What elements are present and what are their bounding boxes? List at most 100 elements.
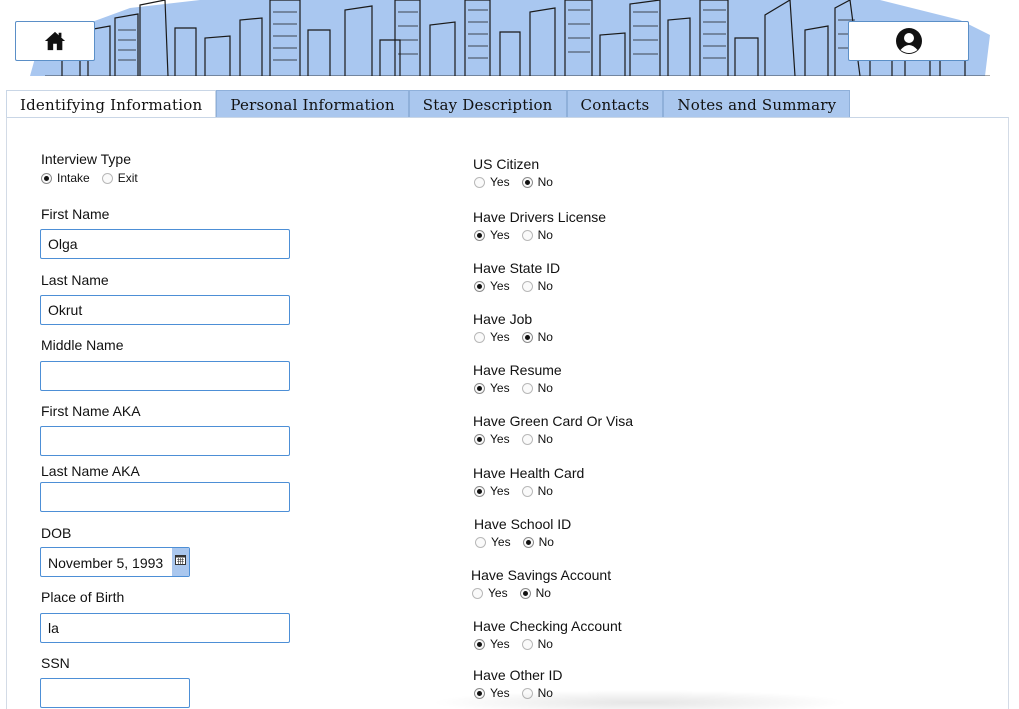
have-checking-account-no-radio[interactable]: [521, 638, 533, 650]
tab-identifying-information[interactable]: Identifying Information: [6, 90, 217, 119]
have-state-id-yes-option[interactable]: Yes: [474, 279, 510, 293]
have-resume-yes-radio[interactable]: [474, 382, 485, 394]
last-name-aka-label: Last Name AKA: [41, 463, 140, 479]
have-drivers-license-yes-option[interactable]: Yes: [474, 228, 510, 242]
have-checking-account-no-option[interactable]: No: [521, 637, 553, 651]
us-citizen-no-option[interactable]: No: [521, 175, 553, 189]
tab-contacts[interactable]: Contacts: [566, 90, 664, 118]
have-resume-yes-option[interactable]: Yes: [474, 381, 510, 395]
tab-bar: Identifying Information Personal Informa…: [6, 90, 851, 119]
have-health-card-no-option[interactable]: No: [521, 484, 553, 498]
last-name-field[interactable]: [40, 295, 290, 325]
interview-type-radio-group: Intake Exit: [41, 171, 138, 185]
last-name-aka-field[interactable]: [40, 482, 290, 512]
have-job-no-radio[interactable]: [521, 331, 533, 343]
calendar-button[interactable]: [172, 548, 189, 576]
have-drivers-license-yes-label: Yes: [490, 228, 510, 242]
first-name-aka-field[interactable]: [40, 426, 290, 456]
have-health-card-label: Have Health Card: [473, 465, 585, 481]
have-resume-yes-label: Yes: [490, 381, 510, 395]
have-school-id-label: Have School ID: [474, 516, 572, 532]
have-school-id-yes-label: Yes: [491, 535, 511, 549]
have-checking-account-no-label: No: [537, 637, 553, 651]
have-state-id-no-option[interactable]: No: [521, 279, 553, 293]
first-name-field[interactable]: [40, 229, 290, 259]
ssn-field[interactable]: [40, 678, 190, 708]
have-school-id-radio-group: Yes No: [475, 535, 554, 549]
have-other-id-label: Have Other ID: [473, 667, 563, 683]
have-green-card-or-visa-yes-radio[interactable]: [474, 433, 485, 445]
have-drivers-license-label: Have Drivers License: [473, 209, 607, 225]
have-green-card-or-visa-label: Have Green Card Or Visa: [473, 413, 634, 429]
user-profile-button[interactable]: [848, 21, 969, 61]
middle-name-label: Middle Name: [41, 337, 124, 353]
have-savings-account-no-radio[interactable]: [519, 587, 531, 599]
have-job-no-option[interactable]: No: [521, 330, 553, 344]
have-savings-account-label: Have Savings Account: [471, 567, 612, 583]
ssn-label: SSN: [41, 655, 70, 671]
dob-date-picker[interactable]: November 5, 1993: [40, 547, 190, 577]
have-savings-account-no-option[interactable]: No: [519, 586, 551, 600]
have-job-yes-radio[interactable]: [474, 331, 485, 343]
have-health-card-no-radio[interactable]: [521, 485, 533, 497]
have-drivers-license-no-label: No: [537, 228, 553, 242]
have-health-card-yes-label: Yes: [490, 484, 510, 498]
interview-type-intake-radio[interactable]: [41, 172, 52, 184]
have-health-card-yes-option[interactable]: Yes: [474, 484, 510, 498]
have-checking-account-yes-radio[interactable]: [474, 638, 485, 650]
interview-type-exit-option[interactable]: Exit: [101, 171, 138, 185]
have-state-id-no-label: No: [537, 279, 553, 293]
interview-type-intake-label: Intake: [57, 171, 90, 185]
interview-type-exit-label: Exit: [117, 171, 138, 185]
first-name-aka-label: First Name AKA: [41, 403, 141, 419]
have-resume-no-option[interactable]: No: [521, 381, 553, 395]
middle-name-field[interactable]: [40, 361, 290, 391]
calendar-icon: [175, 555, 186, 565]
have-drivers-license-no-radio[interactable]: [521, 229, 533, 241]
have-savings-account-no-label: No: [535, 586, 551, 600]
have-school-id-yes-radio[interactable]: [475, 536, 486, 548]
place-of-birth-label: Place of Birth: [41, 589, 125, 605]
have-state-id-radio-group: Yes No: [474, 279, 553, 293]
have-savings-account-yes-option[interactable]: Yes: [472, 586, 508, 600]
have-resume-label: Have Resume: [473, 362, 562, 378]
have-green-card-or-visa-no-radio[interactable]: [521, 433, 533, 445]
tab-personal-information[interactable]: Personal Information: [216, 90, 409, 118]
have-green-card-or-visa-yes-label: Yes: [490, 432, 510, 446]
place-of-birth-field[interactable]: [40, 613, 290, 643]
have-drivers-license-no-option[interactable]: No: [521, 228, 553, 242]
have-school-id-no-label: No: [538, 535, 554, 549]
have-green-card-or-visa-no-label: No: [537, 432, 553, 446]
have-job-yes-label: Yes: [490, 330, 510, 344]
have-resume-no-radio[interactable]: [521, 382, 533, 394]
have-state-id-yes-radio[interactable]: [474, 280, 485, 292]
interview-type-exit-radio[interactable]: [101, 172, 113, 184]
have-health-card-yes-radio[interactable]: [474, 485, 485, 497]
have-school-id-no-option[interactable]: No: [522, 535, 554, 549]
home-button[interactable]: [15, 21, 95, 61]
us-citizen-yes-radio[interactable]: [474, 176, 485, 188]
have-state-id-yes-label: Yes: [490, 279, 510, 293]
interview-type-label: Interview Type: [41, 151, 132, 167]
have-school-id-no-radio[interactable]: [522, 536, 534, 548]
us-citizen-yes-option[interactable]: Yes: [474, 175, 510, 189]
have-green-card-or-visa-yes-option[interactable]: Yes: [474, 432, 510, 446]
us-citizen-no-radio[interactable]: [521, 176, 533, 188]
home-icon: [44, 31, 66, 51]
us-citizen-radio-group: Yes No: [474, 175, 553, 189]
dob-value: November 5, 1993: [48, 555, 164, 571]
have-checking-account-yes-option[interactable]: Yes: [474, 637, 510, 651]
have-job-yes-option[interactable]: Yes: [474, 330, 510, 344]
interview-type-intake-option[interactable]: Intake: [41, 171, 90, 185]
have-checking-account-radio-group: Yes No: [474, 637, 553, 651]
have-savings-account-yes-radio[interactable]: [472, 587, 483, 599]
us-citizen-label: US Citizen: [473, 156, 540, 172]
tab-notes-and-summary[interactable]: Notes and Summary: [663, 90, 851, 118]
have-school-id-yes-option[interactable]: Yes: [475, 535, 511, 549]
have-green-card-or-visa-no-option[interactable]: No: [521, 432, 553, 446]
us-citizen-yes-label: Yes: [490, 175, 510, 189]
have-state-id-no-radio[interactable]: [521, 280, 533, 292]
tab-stay-description[interactable]: Stay Description: [408, 90, 567, 118]
have-drivers-license-yes-radio[interactable]: [474, 229, 485, 241]
last-name-label: Last Name: [41, 272, 109, 288]
